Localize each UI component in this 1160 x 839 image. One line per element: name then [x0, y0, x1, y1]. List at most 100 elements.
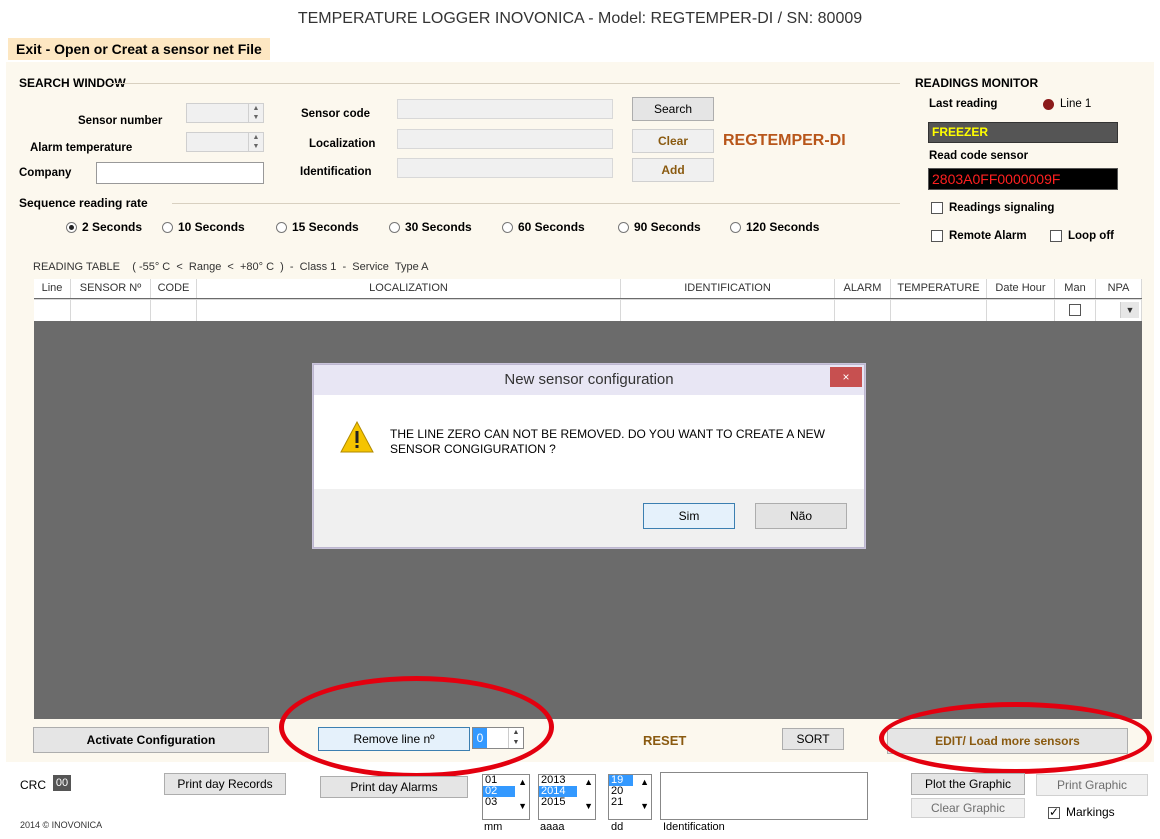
code-display: 2803A0FF0000009F: [928, 168, 1118, 190]
chevron-up-icon[interactable]: ▲: [640, 777, 649, 788]
last-reading-label: Last reading: [929, 98, 998, 110]
plot-graphic-button[interactable]: Plot the Graphic: [911, 773, 1025, 795]
rate-label: 2 Seconds: [82, 220, 143, 234]
radio-icon: [618, 222, 629, 234]
chevron-down-icon[interactable]: ▼: [640, 801, 649, 812]
close-icon[interactable]: ×: [830, 367, 862, 387]
chevron-up-icon[interactable]: ▲: [584, 777, 593, 788]
radio-icon: [502, 222, 513, 234]
col-sensor-no: SENSOR Nº: [71, 279, 151, 298]
aaaa-label: aaaa: [540, 821, 565, 833]
highlight-ellipse-edit-load: [879, 702, 1152, 774]
man-checkbox[interactable]: [1069, 304, 1081, 316]
alarm-temperature-label: Alarm temperature: [30, 142, 133, 154]
remote-alarm-checkbox[interactable]: Remote Alarm: [931, 230, 1027, 242]
sensor-number-spinner[interactable]: ▲ ▼: [186, 103, 264, 123]
cell-identification[interactable]: [621, 299, 835, 321]
sequence-title: Sequence reading rate: [19, 196, 148, 210]
day-list[interactable]: 19 20 21 ▲ ▼: [608, 774, 652, 820]
cell-temperature[interactable]: [891, 299, 987, 321]
no-button[interactable]: Não: [755, 503, 847, 529]
cell-code[interactable]: [151, 299, 197, 321]
activate-configuration-button[interactable]: Activate Configuration: [33, 727, 269, 753]
dialog-footer: Sim Não: [314, 489, 864, 547]
cell-man[interactable]: [1055, 299, 1096, 321]
radio-icon: [389, 222, 400, 234]
window-title: TEMPERATURE LOGGER INOVONICA - Model: RE…: [0, 0, 1160, 36]
rate-30s[interactable]: 30 Seconds: [389, 220, 472, 234]
month-list[interactable]: 01 02 03 ▲ ▼: [482, 774, 530, 820]
col-identification: IDENTIFICATION: [621, 279, 835, 298]
cell-alarm[interactable]: [835, 299, 891, 321]
checkbox-icon: [931, 202, 943, 214]
model-label: REGTEMPER-DI: [723, 132, 846, 149]
col-alarm: ALARM: [835, 279, 891, 298]
rate-15s[interactable]: 15 Seconds: [276, 220, 359, 234]
identification-field[interactable]: [397, 158, 613, 178]
identification-box[interactable]: [660, 772, 868, 820]
search-group-border: [110, 83, 900, 84]
loop-off-label: Loop off: [1068, 230, 1114, 243]
col-localization: LOCALIZATION: [197, 279, 621, 298]
signaling-label: Readings signaling: [949, 202, 1055, 215]
led-icon: [1043, 99, 1054, 110]
company-input[interactable]: [96, 162, 264, 184]
clear-button[interactable]: Clear: [632, 129, 714, 153]
sequence-group-border: [172, 203, 900, 204]
chevron-down-icon[interactable]: ▼: [1120, 302, 1139, 318]
localization-label: Localization: [309, 138, 376, 150]
localization-field[interactable]: [397, 129, 613, 149]
chevron-down-icon[interactable]: ▼: [584, 801, 593, 812]
rate-60s[interactable]: 60 Seconds: [502, 220, 585, 234]
sensor-code-field[interactable]: [397, 99, 613, 119]
readings-signaling-checkbox[interactable]: Readings signaling: [931, 202, 1054, 214]
crc-label: CRC: [20, 778, 46, 792]
cell-line[interactable]: [34, 299, 71, 321]
line-indicator: Line 1: [1060, 98, 1092, 110]
rate-label: 15 Seconds: [292, 220, 359, 234]
highlight-ellipse-remove-line: [279, 676, 554, 778]
alarm-temperature-spinner[interactable]: ▲ ▼: [186, 132, 264, 152]
radio-icon: [66, 222, 77, 234]
col-man: Man: [1055, 279, 1096, 298]
rate-120s[interactable]: 120 Seconds: [730, 220, 819, 234]
sensor-code-label: Sensor code: [301, 108, 371, 120]
chevron-up-icon[interactable]: ▲: [518, 777, 527, 788]
sort-button[interactable]: SORT: [782, 728, 844, 750]
cell-localization[interactable]: [197, 299, 621, 321]
last-reading-display: FREEZER: [928, 122, 1118, 143]
col-date-hour: Date Hour: [987, 279, 1055, 298]
radio-icon: [730, 222, 741, 234]
cell-npa[interactable]: ▼: [1096, 299, 1142, 321]
warning-icon: [340, 421, 374, 453]
reset-label[interactable]: RESET: [643, 733, 686, 748]
rate-10s[interactable]: 10 Seconds: [162, 220, 245, 234]
print-day-alarms-button[interactable]: Print day Alarms: [320, 776, 468, 798]
print-day-records-button[interactable]: Print day Records: [164, 773, 286, 795]
identification-footer-label: Identification: [663, 821, 725, 833]
markings-checkbox[interactable]: Markings: [1048, 805, 1115, 819]
dialog-message: THE LINE ZERO CAN NOT BE REMOVED. DO YOU…: [390, 427, 825, 456]
year-list[interactable]: 2013 2014 2015 ▲ ▼: [538, 774, 596, 820]
cell-date-hour[interactable]: [987, 299, 1055, 321]
dd-label: dd: [611, 821, 624, 833]
reading-table-caption: READING TABLE ( -55° C < Range < +80° C …: [33, 261, 429, 273]
col-temperature: TEMPERATURE: [891, 279, 987, 298]
add-button[interactable]: Add: [632, 158, 714, 182]
rate-90s[interactable]: 90 Seconds: [618, 220, 701, 234]
search-button[interactable]: Search: [632, 97, 714, 121]
readings-monitor-title: READINGS MONITOR: [915, 76, 1039, 90]
crc-value: 00: [53, 775, 71, 791]
loop-off-checkbox[interactable]: Loop off: [1050, 230, 1114, 242]
print-graphic-button[interactable]: Print Graphic: [1036, 774, 1148, 796]
clear-graphic-button[interactable]: Clear Graphic: [911, 798, 1025, 818]
rate-label: 30 Seconds: [405, 220, 472, 234]
chevron-down-icon[interactable]: ▼: [518, 801, 527, 812]
confirm-dialog: New sensor configuration × THE LINE ZERO…: [313, 364, 865, 548]
yes-button[interactable]: Sim: [643, 503, 735, 529]
menu-exit-open-create[interactable]: Exit - Open or Creat a sensor net File: [8, 38, 270, 60]
checkbox-icon: [931, 230, 943, 242]
cell-sensor-no[interactable]: [71, 299, 151, 321]
identification-label: Identification: [300, 166, 372, 178]
rate-2s[interactable]: 2 Seconds: [66, 220, 142, 234]
